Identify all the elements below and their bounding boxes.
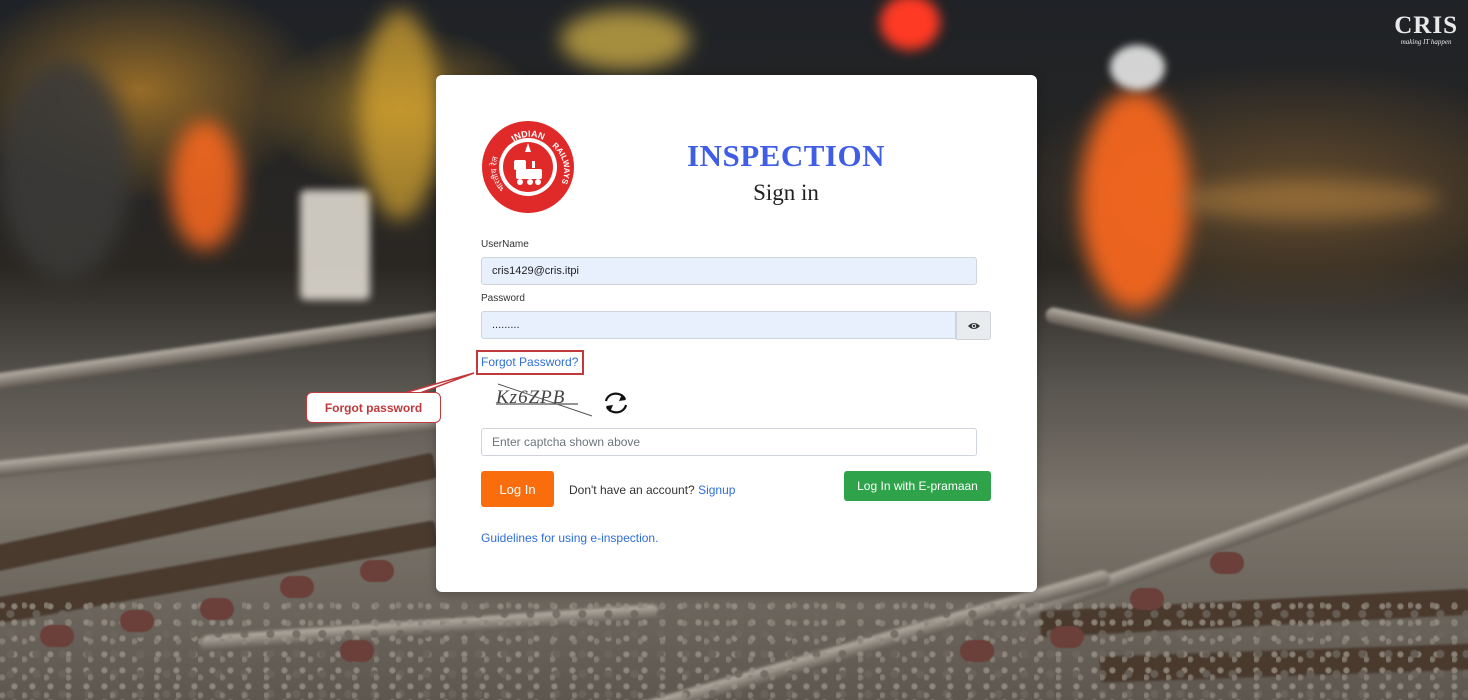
signup-link[interactable]: Signup bbox=[698, 483, 735, 497]
login-button[interactable]: Log In bbox=[481, 471, 554, 507]
login-card: INDIAN RAILWAYS भारतीय रेल INSPECTION Si… bbox=[436, 75, 1037, 592]
cris-logo: CRIS making IT happen bbox=[1394, 12, 1458, 46]
cris-logo-name: CRIS bbox=[1394, 12, 1458, 39]
signup-prompt-text: Don't have an account? bbox=[569, 483, 695, 497]
page-subtitle: Sign in bbox=[753, 180, 819, 205]
cris-logo-tagline: making IT happen bbox=[1400, 38, 1452, 46]
show-password-button[interactable] bbox=[956, 311, 991, 340]
signup-prompt: Don't have an account? Signup bbox=[569, 483, 735, 497]
epramaan-login-button[interactable]: Log In with E-pramaan bbox=[844, 471, 991, 501]
username-label: UserName bbox=[481, 239, 529, 250]
indian-railways-emblem: INDIAN RAILWAYS भारतीय रेल bbox=[482, 121, 574, 213]
forgot-password-callout: Forgot password bbox=[306, 392, 441, 423]
page-title: INSPECTION bbox=[687, 138, 885, 173]
password-label: Password bbox=[481, 293, 525, 304]
forgot-password-highlight bbox=[476, 350, 584, 375]
refresh-captcha-icon[interactable] bbox=[602, 391, 630, 415]
eye-icon bbox=[967, 322, 980, 329]
username-input[interactable] bbox=[481, 257, 977, 285]
password-input[interactable] bbox=[481, 311, 956, 339]
guidelines-link[interactable]: Guidelines for using e-inspection. bbox=[481, 531, 658, 545]
captcha-noise-lines bbox=[496, 383, 593, 417]
captcha-input[interactable] bbox=[481, 428, 977, 456]
